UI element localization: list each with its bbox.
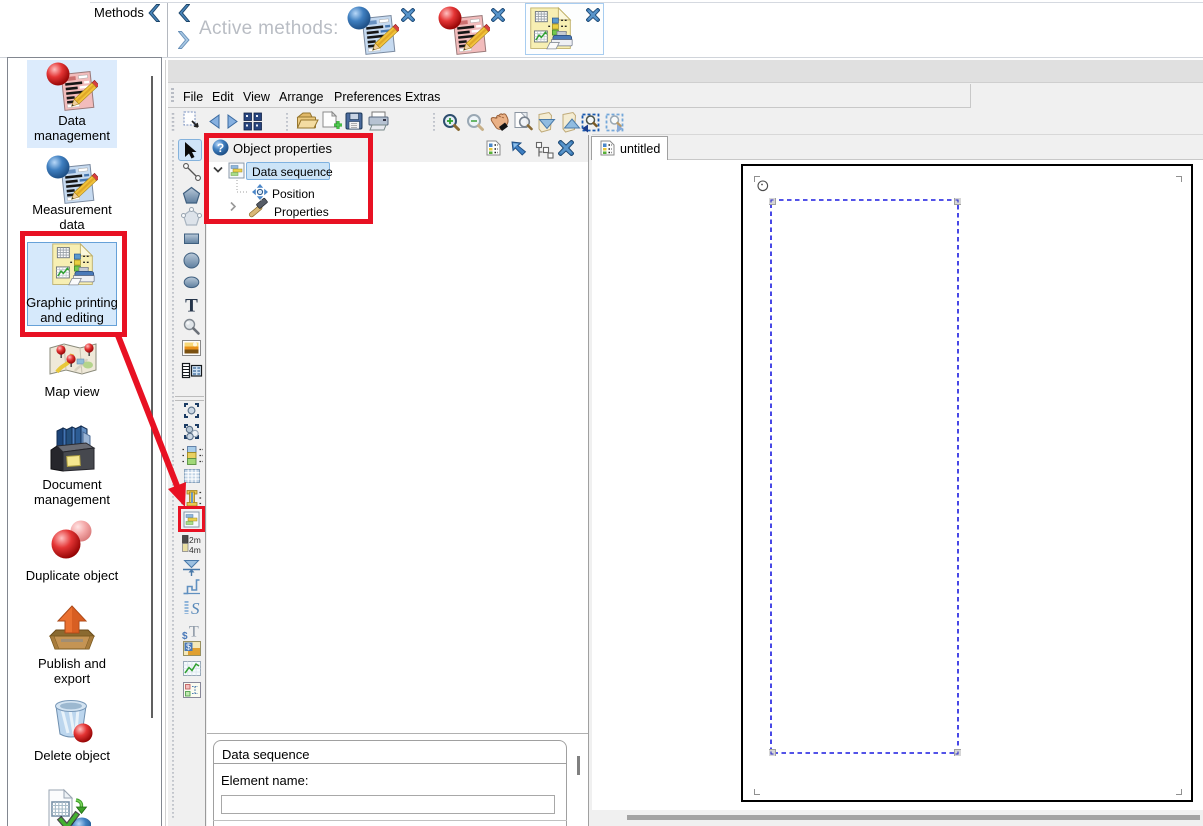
svg-text:T: T [189, 624, 199, 641]
svg-text:$: $ [186, 642, 191, 652]
svg-text:2m: 2m [189, 535, 201, 545]
svg-text:$: $ [182, 631, 188, 642]
svg-text:S: S [191, 599, 200, 618]
svg-text:4m: 4m [189, 545, 201, 555]
svg-text:T: T [185, 296, 198, 317]
